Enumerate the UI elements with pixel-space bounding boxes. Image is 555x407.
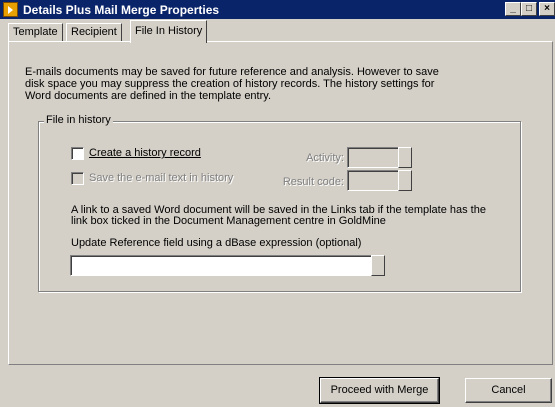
activity-browse-button[interactable] — [398, 147, 412, 168]
result-code-browse-button[interactable] — [398, 170, 412, 191]
intro-line: disk space you may suppress the creation… — [25, 78, 435, 90]
window-title: Details Plus Mail Merge Properties — [23, 3, 220, 17]
create-history-label[interactable]: Create a history record — [89, 147, 201, 159]
activity-input[interactable] — [347, 147, 399, 168]
save-email-text-checkbox[interactable] — [71, 172, 84, 185]
proceed-with-merge-button[interactable]: Proceed with Merge — [319, 377, 440, 404]
save-email-text-label: Save the e-mail text in history — [89, 172, 234, 184]
title-bar[interactable]: Details Plus Mail Merge Properties _ □ × — [0, 0, 555, 19]
cancel-button[interactable]: Cancel — [465, 378, 552, 403]
tab-template[interactable]: Template — [8, 23, 63, 42]
app-icon — [3, 2, 18, 17]
minimize-button[interactable]: _ — [505, 2, 521, 16]
dialog-window: Details Plus Mail Merge Properties _ □ ×… — [0, 0, 555, 407]
link-note-line: link box ticked in the Document Manageme… — [71, 215, 386, 227]
intro-line: Word documents are defined in the templa… — [25, 90, 272, 102]
result-code-input[interactable] — [347, 170, 399, 191]
reference-expression-input[interactable] — [70, 255, 372, 276]
intro-line: E-mails documents may be saved for futur… — [25, 66, 439, 78]
link-note: A link to a saved Word document will be … — [71, 205, 501, 227]
create-history-checkbox[interactable] — [71, 147, 84, 160]
group-title: File in history — [44, 114, 113, 126]
maximize-button[interactable]: □ — [521, 2, 537, 16]
reference-label: Update Reference field using a dBase exp… — [71, 237, 362, 249]
tab-recipient[interactable]: Recipient — [66, 23, 122, 42]
close-button[interactable]: × — [539, 2, 555, 16]
intro-text: E-mails documents may be saved for futur… — [25, 66, 485, 102]
activity-label: Activity: — [306, 152, 344, 164]
reference-browse-button[interactable] — [371, 255, 385, 276]
result-code-label: Result code: — [282, 176, 344, 188]
tab-file-in-history[interactable]: File In History — [130, 20, 208, 43]
